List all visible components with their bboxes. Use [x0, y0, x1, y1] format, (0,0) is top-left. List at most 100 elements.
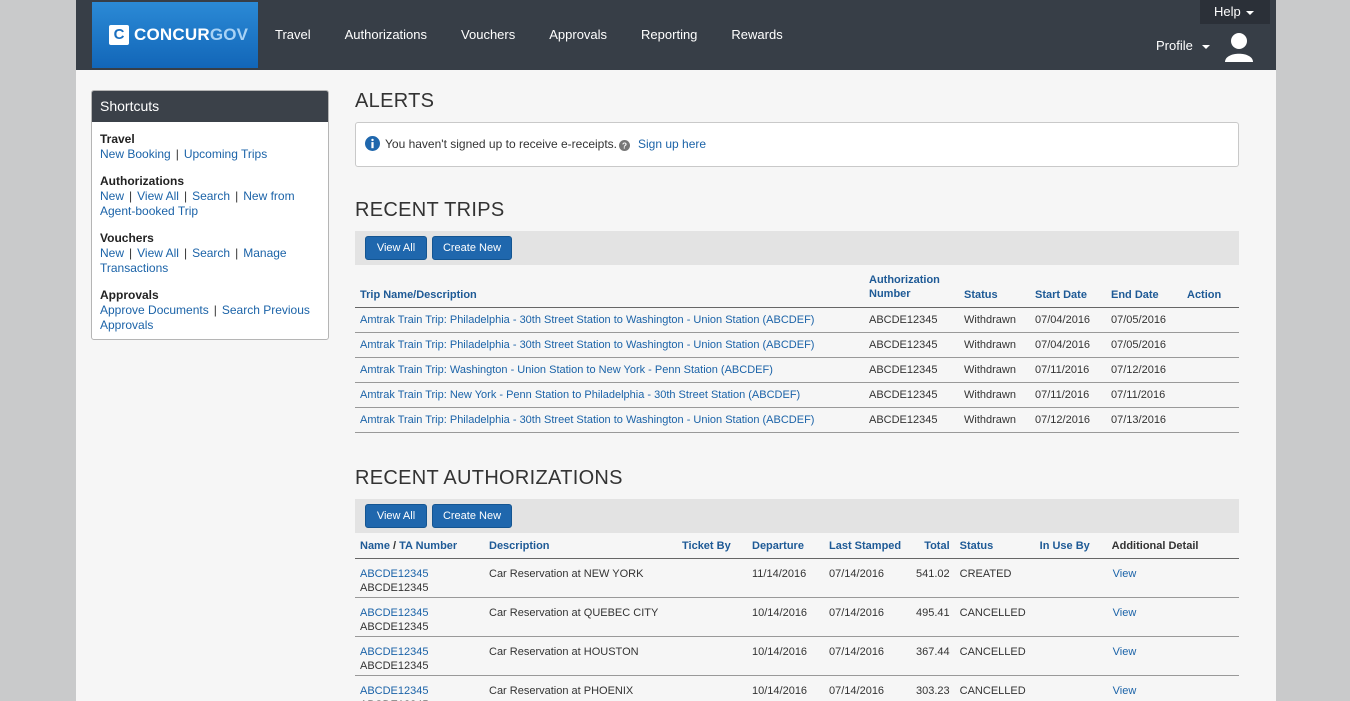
nav-reporting[interactable]: Reporting	[624, 0, 714, 70]
sign-up-link[interactable]: Sign up here	[638, 137, 706, 151]
view-link[interactable]: View	[1113, 568, 1137, 580]
auth-new-link[interactable]: New	[100, 189, 124, 203]
trip-name-link[interactable]: Amtrak Train Trip: Philadelphia - 30th S…	[355, 332, 864, 358]
profile-menu[interactable]: Profile	[1156, 38, 1210, 53]
voucher-transactions-link[interactable]: Transactions	[100, 261, 168, 275]
view-link[interactable]: View	[1113, 646, 1137, 658]
status-cell: Withdrawn	[959, 332, 1030, 358]
shortcuts-title: Shortcuts	[92, 91, 328, 122]
col-description[interactable]: Description	[484, 540, 677, 559]
table-row: Amtrak Train Trip: New York - Penn Stati…	[355, 382, 1239, 408]
col-end-date[interactable]: End Date	[1106, 273, 1182, 308]
table-header-row: Name / TA Number Description Ticket By D…	[355, 540, 1239, 559]
authorization-name-link[interactable]: ABCDE12345	[360, 685, 429, 697]
user-avatar-icon[interactable]	[1224, 31, 1254, 63]
view-link[interactable]: View	[1113, 607, 1137, 619]
col-ticket-by[interactable]: Ticket By	[677, 540, 747, 559]
chevron-down-icon	[1245, 10, 1254, 15]
table-row: Amtrak Train Trip: Philadelphia - 30th S…	[355, 407, 1239, 433]
authorization-name-link[interactable]: ABCDE12345	[360, 646, 429, 658]
col-status[interactable]: Status	[954, 540, 1035, 559]
trip-name-link[interactable]: Amtrak Train Trip: Philadelphia - 30th S…	[355, 307, 864, 333]
end-date-cell-text: 07/12/2016	[1111, 364, 1167, 376]
nav-travel[interactable]: Travel	[258, 0, 328, 70]
name-ta-cell: ABCDE12345 ABCDE12345	[355, 636, 484, 676]
status-cell: CANCELLED	[954, 636, 1035, 676]
authorization-number-cell: ABCDE12345	[864, 332, 959, 358]
authorization-number-cell: ABCDE12345	[864, 307, 959, 333]
approve-documents-link[interactable]: Approve Documents	[100, 303, 209, 317]
nav-vouchers[interactable]: Vouchers	[444, 0, 532, 70]
trip-name-link-text[interactable]: Amtrak Train Trip: Washington - Union St…	[360, 364, 773, 376]
profile-label: Profile	[1156, 38, 1193, 53]
status-cell: Withdrawn	[959, 357, 1030, 383]
auth-agent-booked-link[interactable]: Agent-booked Trip	[100, 204, 198, 218]
col-trip-name[interactable]: Trip Name/Description	[355, 273, 864, 308]
col-name-ta[interactable]: Name / TA Number	[355, 540, 484, 559]
col-action[interactable]: Action	[1182, 273, 1239, 308]
trips-view-all-button[interactable]: View All	[365, 236, 427, 260]
end-date-cell: 07/05/2016	[1106, 332, 1182, 358]
help-menu[interactable]: Help	[1200, 0, 1270, 24]
authorization-name-link[interactable]: ABCDE12345	[360, 607, 429, 619]
authorization-number-cell-text: ABCDE12345	[869, 414, 938, 426]
page: C CONCURGOV Travel Authorizations Vouche…	[76, 0, 1276, 701]
end-date-cell: 07/05/2016	[1106, 307, 1182, 333]
voucher-manage-link[interactable]: Manage	[243, 246, 286, 260]
trips-create-new-button[interactable]: Create New	[432, 236, 512, 260]
auth-new-from-link[interactable]: New from	[243, 189, 294, 203]
trip-name-link[interactable]: Amtrak Train Trip: Washington - Union St…	[355, 357, 864, 383]
status-cell: Withdrawn	[959, 382, 1030, 408]
auths-view-all-button[interactable]: View All	[365, 504, 427, 528]
upcoming-trips-link[interactable]: Upcoming Trips	[184, 147, 267, 161]
trip-name-link-text[interactable]: Amtrak Train Trip: Philadelphia - 30th S…	[360, 339, 814, 351]
col-departure[interactable]: Departure	[747, 540, 824, 559]
col-in-use-by[interactable]: In Use By	[1034, 540, 1107, 559]
view-link[interactable]: View	[1113, 685, 1137, 697]
last-stamped-cell: 07/14/2016	[824, 597, 911, 637]
trip-name-link-text[interactable]: Amtrak Train Trip: New York - Penn Stati…	[360, 389, 800, 401]
col-total[interactable]: Total	[911, 540, 955, 559]
help-question-icon[interactable]: ?	[619, 140, 630, 151]
table-row: Amtrak Train Trip: Philadelphia - 30th S…	[355, 332, 1239, 358]
nav-approvals[interactable]: Approvals	[532, 0, 624, 70]
trip-name-link[interactable]: Amtrak Train Trip: New York - Penn Stati…	[355, 382, 864, 408]
start-date-cell-text: 07/04/2016	[1035, 314, 1091, 326]
ta-number: ABCDE12345	[360, 660, 429, 672]
col-authorization-number[interactable]: Authorization Number	[864, 273, 959, 308]
nav-authorizations[interactable]: Authorizations	[328, 0, 444, 70]
trip-name-link-text[interactable]: Amtrak Train Trip: Philadelphia - 30th S…	[360, 414, 814, 426]
recent-trips-title: RECENT TRIPS	[355, 199, 505, 221]
search-previous-link[interactable]: Search Previous	[222, 303, 310, 317]
authorization-number-cell-text: ABCDE12345	[869, 314, 938, 326]
ticket-by-cell	[677, 597, 747, 637]
col-start-date[interactable]: Start Date	[1030, 273, 1106, 308]
nav-rewards[interactable]: Rewards	[714, 0, 799, 70]
trip-name-link[interactable]: Amtrak Train Trip: Philadelphia - 30th S…	[355, 407, 864, 433]
authorization-number-cell-text: ABCDE12345	[869, 339, 938, 351]
col-additional-detail: Additional Detail	[1106, 540, 1239, 559]
top-navigation-bar: C CONCURGOV Travel Authorizations Vouche…	[76, 0, 1276, 70]
trip-name-link-text[interactable]: Amtrak Train Trip: Philadelphia - 30th S…	[360, 314, 814, 326]
departure-cell: 10/14/2016	[747, 597, 824, 637]
col-name-label: Name	[360, 540, 390, 552]
voucher-search-link[interactable]: Search	[192, 246, 230, 260]
action-cell	[1182, 307, 1239, 333]
col-ta-label: TA Number	[399, 540, 458, 552]
last-stamped-cell: 07/14/2016	[824, 675, 911, 701]
in-use-by-cell	[1034, 636, 1107, 676]
col-status[interactable]: Status	[959, 273, 1030, 308]
search-previous-approvals-link[interactable]: Approvals	[100, 318, 153, 332]
in-use-by-cell	[1034, 597, 1107, 637]
auth-search-link[interactable]: Search	[192, 189, 230, 203]
auths-create-new-button[interactable]: Create New	[432, 504, 512, 528]
authorization-name-link[interactable]: ABCDE12345	[360, 568, 429, 580]
voucher-view-all-link[interactable]: View All	[137, 246, 179, 260]
additional-detail-cell: View	[1106, 636, 1239, 676]
auth-view-all-link[interactable]: View All	[137, 189, 179, 203]
voucher-new-link[interactable]: New	[100, 246, 124, 260]
col-last-stamped[interactable]: Last Stamped	[824, 540, 911, 559]
concurgov-logo[interactable]: C CONCURGOV	[92, 2, 258, 68]
svg-text:?: ?	[622, 142, 627, 151]
new-booking-link[interactable]: New Booking	[100, 147, 171, 161]
